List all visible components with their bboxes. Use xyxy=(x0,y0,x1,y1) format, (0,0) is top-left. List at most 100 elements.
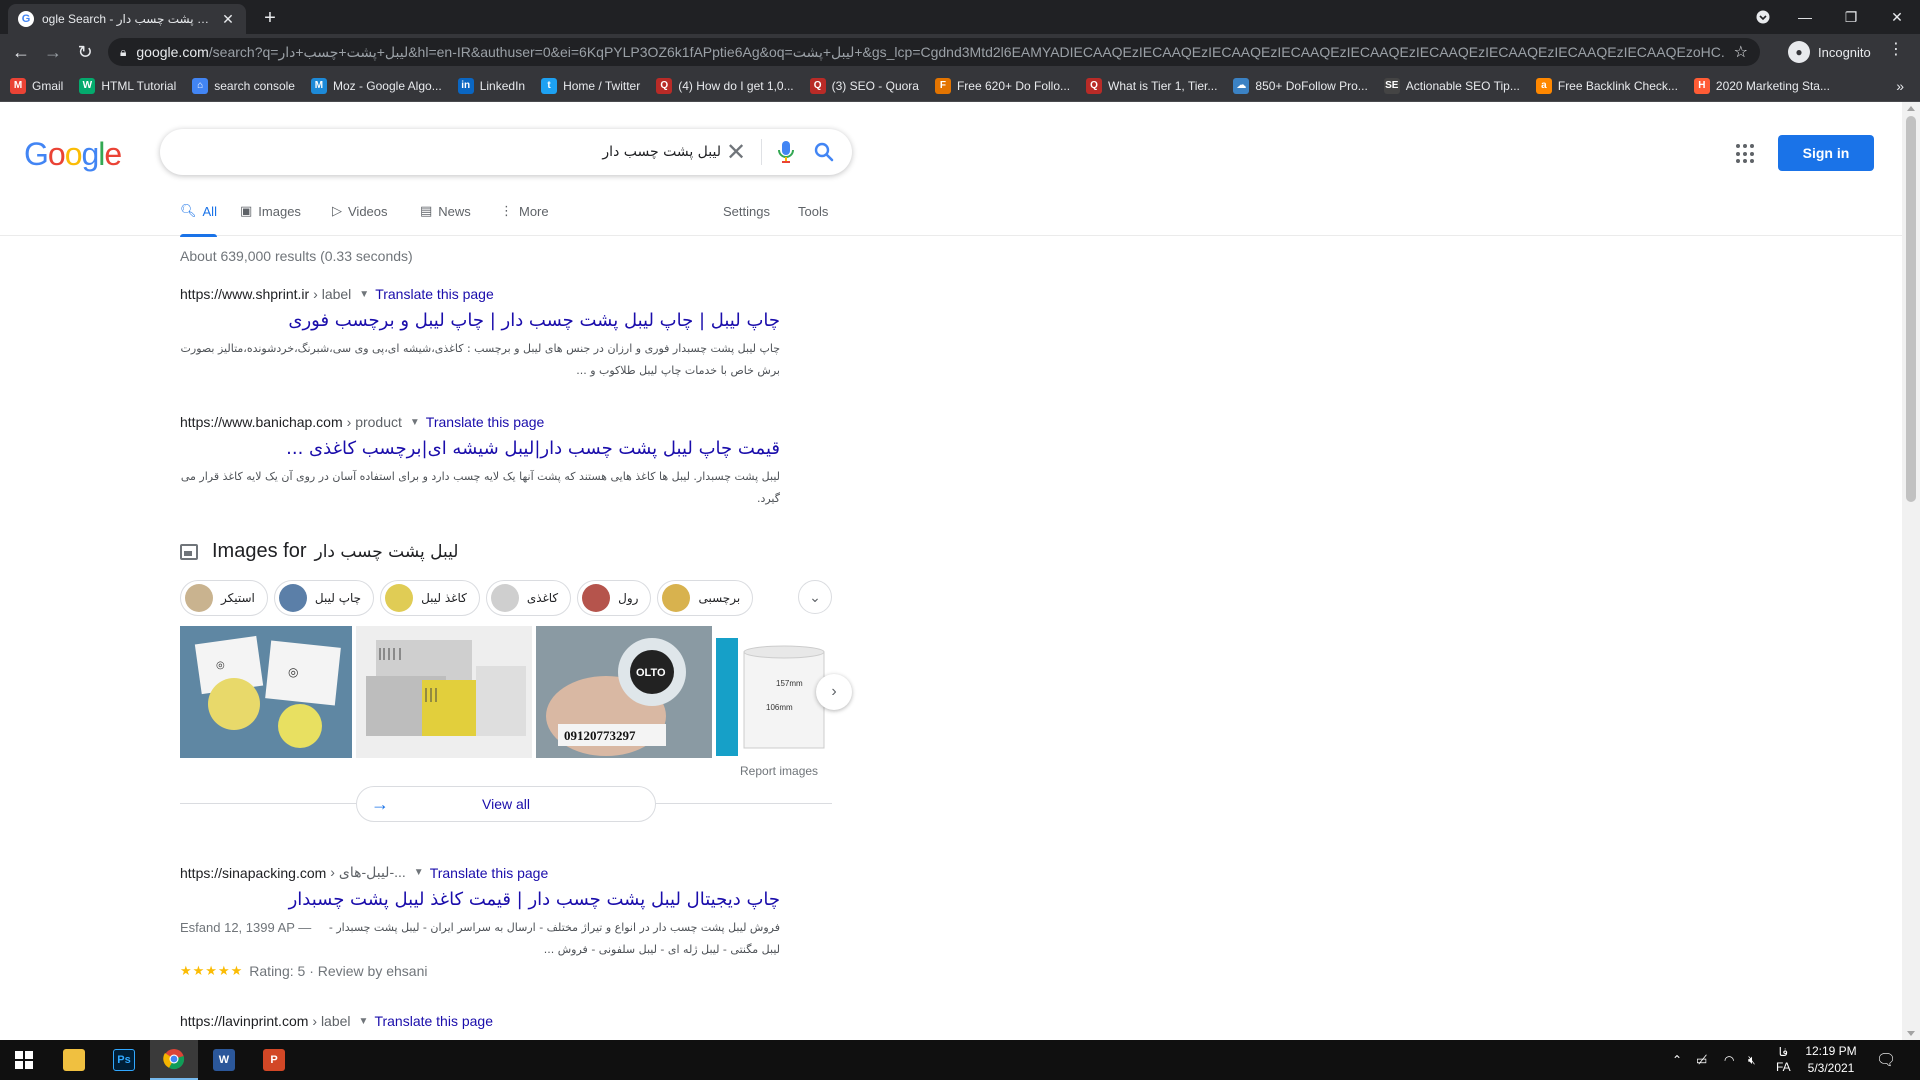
bookmark-item[interactable]: H 2020 Marketing Sta... xyxy=(1693,77,1830,94)
image-thumbnail[interactable]: 157mm 106mm xyxy=(716,638,832,756)
chip-thumbnail xyxy=(185,584,213,612)
microphone-icon[interactable] xyxy=(774,140,798,164)
image-chip[interactable]: استیکر xyxy=(180,580,268,616)
linkedin-icon: in xyxy=(457,77,474,94)
tab-videos[interactable]: ▷ Videos xyxy=(332,186,388,236)
action-center-icon[interactable]: 🗨︎ xyxy=(1876,1040,1896,1080)
settings-link[interactable]: Settings xyxy=(723,186,770,236)
tab-news[interactable]: ▤ News xyxy=(420,186,471,236)
incognito-indicator[interactable]: ● Incognito xyxy=(1788,39,1871,65)
caret-down-icon[interactable]: ▼ xyxy=(359,1016,369,1027)
image-chip[interactable]: برچسبی xyxy=(657,580,754,616)
result-url[interactable]: https://www.banichap.com › product ▼ Tran… xyxy=(180,414,780,430)
bookmark-item[interactable]: SE Actionable SEO Tip... xyxy=(1383,77,1520,94)
taskbar-chrome[interactable] xyxy=(150,1040,198,1080)
images-heading[interactable]: Images for لیبل پشت چسب دار xyxy=(180,540,458,563)
next-images-icon[interactable]: › xyxy=(816,674,852,710)
forward-icon[interactable]: → xyxy=(38,37,68,67)
address-bar[interactable]: 🔒︎ google.com/search?q=لیبل+پشت+چسب+دار&… xyxy=(108,38,1760,66)
result-title-link[interactable]: قیمت چاپ لیبل پشت چسب دار|لیبل شیشه ای|ب… xyxy=(180,436,780,462)
result-url[interactable]: https://sinapacking.com › لیبل-های-... ▼ … xyxy=(180,864,780,881)
bookmark-item[interactable]: t Home / Twitter xyxy=(541,77,640,94)
scrollbar-thumb[interactable] xyxy=(1906,116,1916,502)
profile-menu-icon[interactable] xyxy=(1740,0,1786,34)
new-tab-button[interactable]: + xyxy=(256,4,284,32)
close-window-icon[interactable]: ✕ xyxy=(1874,0,1920,34)
translate-link[interactable]: Translate this page xyxy=(375,286,494,302)
image-chip[interactable]: رول xyxy=(577,580,652,616)
taskbar-powerpoint[interactable]: P xyxy=(250,1040,298,1080)
google-apps-icon[interactable] xyxy=(1736,144,1756,164)
result-stats: About 639,000 results (0.33 seconds) xyxy=(180,248,413,264)
expand-chips-icon[interactable]: ⌄ xyxy=(798,580,832,614)
bookmark-item[interactable]: ☁ 850+ DoFollow Pro... xyxy=(1233,77,1368,94)
google-logo[interactable]: Google xyxy=(24,136,122,173)
page-scrollbar[interactable] xyxy=(1902,102,1920,1040)
tab-all[interactable]: 🔍︎ All xyxy=(180,186,217,237)
search-result: https://lavinprint.com › label ▼ Translat… xyxy=(180,1013,780,1029)
clear-search-icon[interactable]: ✕ xyxy=(721,137,751,167)
scroll-down-icon[interactable] xyxy=(1907,1031,1915,1036)
more-bookmarks-icon[interactable]: » xyxy=(1896,78,1904,94)
caret-down-icon[interactable]: ▼ xyxy=(410,417,420,428)
chrome-menu-icon[interactable]: ⋮ xyxy=(1888,39,1904,59)
windows-logo-icon xyxy=(15,1051,33,1069)
tools-link[interactable]: Tools xyxy=(798,186,828,236)
translate-link[interactable]: Translate this page xyxy=(426,414,545,430)
image-thumbnail[interactable]: OLTO 09120773297 xyxy=(536,626,712,758)
taskbar-word[interactable]: W xyxy=(200,1040,248,1080)
bookmark-item[interactable]: ⌂ search console xyxy=(192,77,295,94)
result-title-link[interactable]: چاپ دیجیتال لیبل پشت چسب دار | قیمت کاغذ… xyxy=(180,887,780,913)
bookmark-item[interactable]: M Gmail xyxy=(10,77,63,94)
sign-in-button[interactable]: Sign in xyxy=(1778,135,1874,171)
taskbar-photoshop[interactable]: Ps xyxy=(100,1040,148,1080)
caret-down-icon[interactable]: ▼ xyxy=(359,289,369,300)
bookmark-item[interactable]: W HTML Tutorial xyxy=(79,77,176,94)
scroll-up-icon[interactable] xyxy=(1907,106,1915,111)
search-input[interactable]: لیبل پشت چسب دار xyxy=(180,144,721,160)
wifi-icon[interactable]: ◠ xyxy=(1724,1040,1734,1080)
result-url[interactable]: https://lavinprint.com › label ▼ Translat… xyxy=(180,1013,780,1029)
translate-link[interactable]: Translate this page xyxy=(374,1013,493,1029)
star-rating-icon: ★★★★★ xyxy=(180,963,244,978)
search-icon: 🔍︎ xyxy=(180,203,197,218)
image-chip[interactable]: کاغذ لیبل xyxy=(380,580,480,616)
input-language-indicator[interactable]: فا FA xyxy=(1776,1040,1791,1080)
bookmark-star-icon[interactable]: ☆ xyxy=(1734,42,1748,62)
back-icon[interactable]: ← xyxy=(6,37,36,67)
quora-icon: Q xyxy=(1086,77,1103,94)
show-hidden-icons[interactable]: ⌃ xyxy=(1672,1040,1682,1080)
image-thumbnail[interactable] xyxy=(356,626,532,758)
bookmark-item[interactable]: F Free 620+ Do Follo... xyxy=(934,77,1070,94)
more-vert-icon: ⋮ xyxy=(500,203,513,218)
reload-icon[interactable]: ↻ xyxy=(70,37,100,67)
image-chip[interactable]: کاغذی xyxy=(485,580,572,616)
search-icon[interactable] xyxy=(812,140,836,164)
close-tab-icon[interactable]: ✕ xyxy=(220,11,236,27)
report-images-link[interactable]: Report images xyxy=(740,764,818,778)
minimize-window-icon[interactable]: — xyxy=(1782,0,1828,34)
taskbar-file-explorer[interactable] xyxy=(50,1040,98,1080)
bookmark-item[interactable]: a Free Backlink Check... xyxy=(1535,77,1678,94)
system-clock[interactable]: 12:19 PM 5/3/2021 xyxy=(1796,1043,1866,1077)
network-disconnected-icon[interactable]: ▭̸ xyxy=(1696,1040,1707,1080)
bookmark-item[interactable]: Q What is Tier 1, Tier... xyxy=(1086,77,1217,94)
result-title-link[interactable]: چاپ لیبل | چاپ لیبل پشت چسب دار | چاپ لی… xyxy=(180,308,780,334)
search-box[interactable]: لیبل پشت چسب دار ✕ xyxy=(160,129,852,175)
caret-down-icon[interactable]: ▼ xyxy=(414,867,424,878)
bookmark-item[interactable]: Q (3) SEO - Quora xyxy=(809,77,919,94)
bookmark-item[interactable]: M Moz - Google Algo... xyxy=(310,77,442,94)
volume-muted-icon[interactable]: 🔇︎ xyxy=(1748,1040,1756,1080)
image-thumbnail[interactable]: ◎ ◎ xyxy=(180,626,352,758)
bookmark-item[interactable]: in LinkedIn xyxy=(457,77,525,94)
translate-link[interactable]: Translate this page xyxy=(430,865,549,881)
tab-images[interactable]: ▣ Images xyxy=(240,186,301,236)
tab-more[interactable]: ⋮ More xyxy=(500,186,549,236)
restore-window-icon[interactable]: ❐ xyxy=(1828,0,1874,34)
view-all-button[interactable]: → View all xyxy=(356,786,656,822)
bookmark-item[interactable]: Q (4) How do I get 1,0... xyxy=(656,77,794,94)
start-button[interactable] xyxy=(0,1040,48,1080)
image-chip[interactable]: چاپ لیبل xyxy=(273,580,375,616)
browser-tab[interactable]: G ogle Search - لیبل پشت چسب دار ✕ xyxy=(8,4,246,34)
result-url[interactable]: https://www.shprint.ir › label ▼ Translat… xyxy=(180,286,780,302)
